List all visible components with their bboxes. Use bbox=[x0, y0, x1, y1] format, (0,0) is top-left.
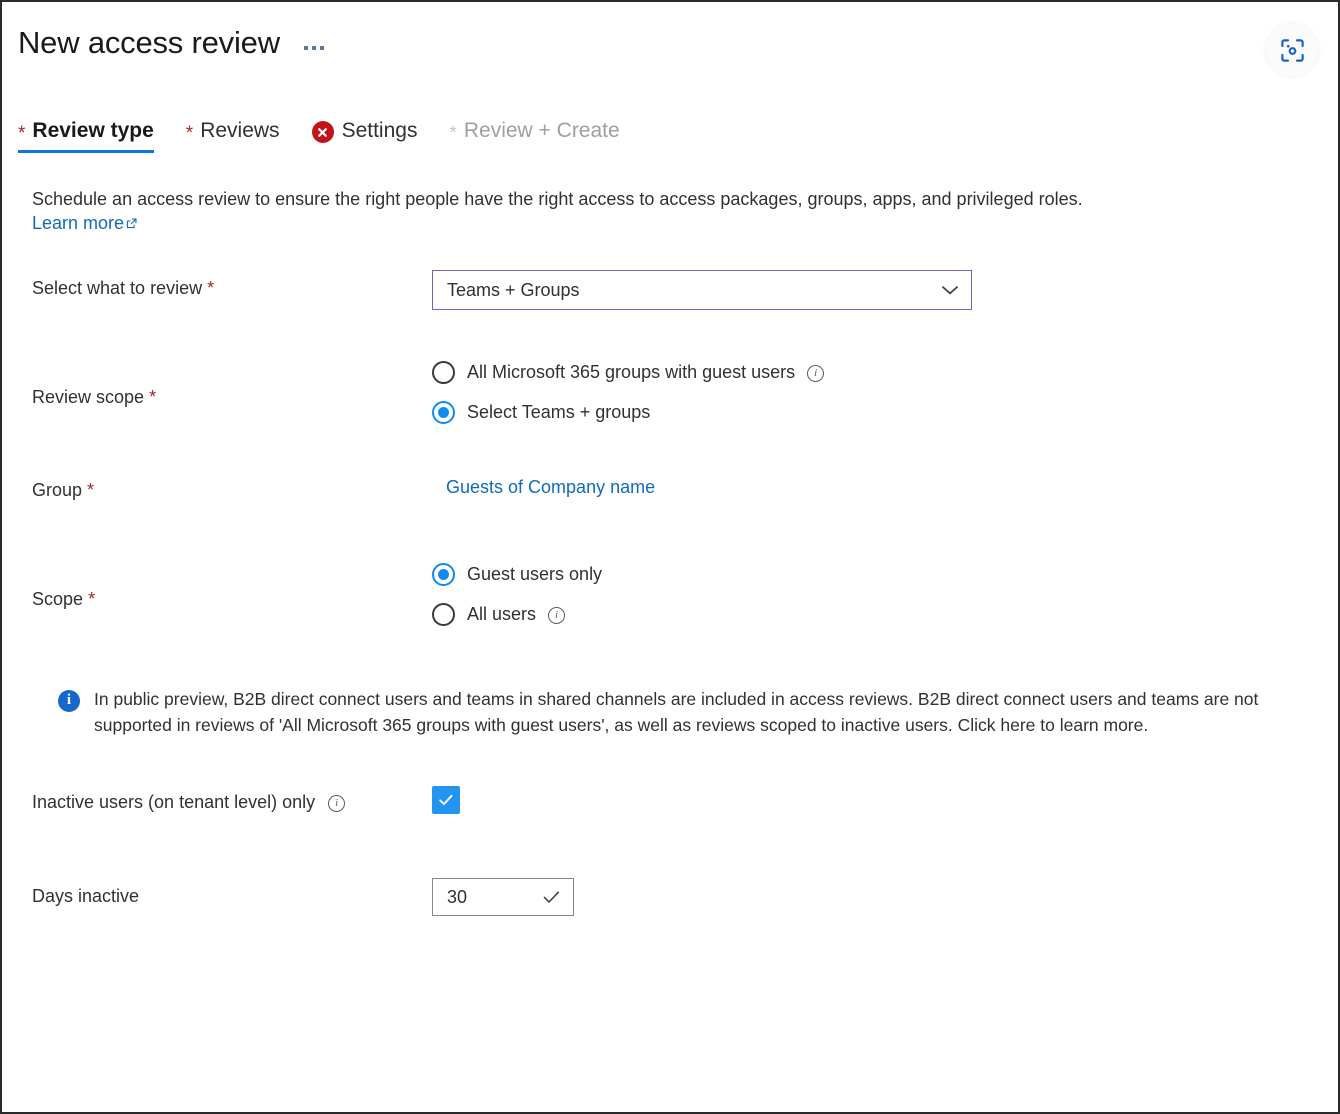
more-options-button[interactable] bbox=[302, 42, 326, 54]
radio-all-m365-groups-with-guest-users[interactable]: All Microsoft 365 groups with guest user… bbox=[432, 360, 1310, 384]
field-inactive-users-only: Inactive users (on tenant level) only i bbox=[32, 786, 1310, 826]
days-inactive-value: 30 bbox=[447, 887, 467, 908]
label-text: Inactive users (on tenant level) only bbox=[32, 789, 315, 815]
required-asterisk: * bbox=[88, 589, 95, 609]
field-label: Days inactive bbox=[32, 878, 432, 909]
blade-header: New access review bbox=[2, 2, 1338, 62]
field-label: Scope * bbox=[32, 560, 432, 612]
tab-label: Review type bbox=[32, 118, 153, 144]
field-group: Group * Guests of Company name bbox=[32, 472, 1310, 512]
tab-settings[interactable]: Settings bbox=[312, 114, 432, 156]
label-text: Group bbox=[32, 480, 82, 500]
new-access-review-blade: New access review * Review type bbox=[0, 0, 1340, 1114]
scope-radio-group: Guest users only All users i bbox=[432, 560, 1310, 626]
radio-guest-users-only[interactable]: Guest users only bbox=[432, 562, 1310, 586]
tab-label: Reviews bbox=[200, 118, 279, 144]
radio-indicator bbox=[432, 401, 455, 424]
learn-more-link[interactable]: Learn more bbox=[32, 213, 138, 234]
info-icon[interactable]: i bbox=[548, 607, 565, 624]
field-label: Inactive users (on tenant level) only i bbox=[32, 786, 432, 815]
ellipsis-dot bbox=[320, 46, 324, 50]
days-inactive-input[interactable]: 30 bbox=[432, 878, 574, 916]
select-what-to-review-dropdown[interactable]: Teams + Groups bbox=[432, 270, 972, 310]
info-icon[interactable]: i bbox=[807, 365, 824, 382]
group-value-link[interactable]: Guests of Company name bbox=[446, 472, 655, 498]
field-review-scope: Review scope * All Microsoft 365 groups … bbox=[32, 358, 1310, 424]
label-text: Scope bbox=[32, 589, 83, 609]
checkmark-icon bbox=[437, 791, 455, 809]
inactive-users-section: Inactive users (on tenant level) only i … bbox=[2, 786, 1338, 918]
required-asterisk: * bbox=[186, 124, 193, 143]
close-x-glyph bbox=[316, 126, 329, 139]
radio-label: All Microsoft 365 groups with guest user… bbox=[467, 360, 795, 384]
field-label: Group * bbox=[32, 472, 432, 503]
radio-label: Guest users only bbox=[467, 562, 602, 586]
label-text: Select what to review bbox=[32, 278, 202, 298]
required-asterisk: * bbox=[449, 124, 456, 143]
blade-description: Schedule an access review to ensure the … bbox=[2, 186, 1338, 234]
checkmark-icon bbox=[542, 890, 561, 904]
learn-more-label: Learn more bbox=[32, 213, 124, 234]
required-asterisk: * bbox=[87, 480, 94, 500]
ellipsis-dot bbox=[304, 46, 308, 50]
info-glyph: i bbox=[67, 693, 71, 708]
info-icon[interactable]: i bbox=[328, 795, 345, 812]
field-select-what-to-review: Select what to review * Teams + Groups bbox=[32, 270, 1310, 310]
field-label: Select what to review * bbox=[32, 270, 432, 301]
radio-label: All users bbox=[467, 602, 536, 626]
review-type-form: Select what to review * Teams + Groups R… bbox=[2, 270, 1338, 626]
description-text: Schedule an access review to ensure the … bbox=[32, 186, 1310, 213]
tab-label: Review + Create bbox=[464, 118, 620, 144]
required-asterisk: * bbox=[18, 124, 25, 143]
inactive-users-checkbox[interactable] bbox=[432, 786, 460, 814]
info-banner-text: In public preview, B2B direct connect us… bbox=[94, 686, 1268, 738]
public-preview-info-banner: i In public preview, B2B direct connect … bbox=[2, 686, 1338, 738]
field-label: Review scope * bbox=[32, 358, 432, 410]
radio-indicator bbox=[432, 361, 455, 384]
radio-indicator bbox=[432, 603, 455, 626]
chevron-down-icon bbox=[941, 285, 959, 295]
tab-reviews[interactable]: * Reviews bbox=[186, 114, 294, 156]
info-circle-icon: i bbox=[58, 690, 80, 712]
radio-label: Select Teams + groups bbox=[467, 400, 650, 424]
tab-label: Settings bbox=[342, 118, 418, 144]
dropdown-value: Teams + Groups bbox=[447, 280, 580, 301]
scan-capture-button[interactable] bbox=[1266, 24, 1318, 76]
field-days-inactive: Days inactive 30 bbox=[32, 878, 1310, 918]
field-scope: Scope * Guest users only All users i bbox=[32, 560, 1310, 626]
review-scope-radio-group: All Microsoft 365 groups with guest user… bbox=[432, 358, 1310, 424]
label-text: Review scope bbox=[32, 387, 144, 407]
scan-capture-icon bbox=[1279, 37, 1306, 64]
required-asterisk: * bbox=[207, 278, 214, 298]
page-title: New access review bbox=[18, 24, 280, 62]
radio-indicator bbox=[432, 563, 455, 586]
tab-review-create[interactable]: * Review + Create bbox=[449, 114, 633, 156]
required-asterisk: * bbox=[149, 387, 156, 407]
tab-review-type[interactable]: * Review type bbox=[18, 114, 168, 156]
wizard-tablist: * Review type * Reviews Settings * Revie… bbox=[2, 114, 1338, 156]
label-text: Days inactive bbox=[32, 886, 139, 906]
radio-select-teams-groups[interactable]: Select Teams + groups bbox=[432, 400, 1310, 424]
ellipsis-dot bbox=[312, 46, 316, 50]
external-link-icon bbox=[125, 217, 138, 230]
error-circle-icon bbox=[312, 121, 334, 143]
radio-all-users[interactable]: All users i bbox=[432, 602, 1310, 626]
